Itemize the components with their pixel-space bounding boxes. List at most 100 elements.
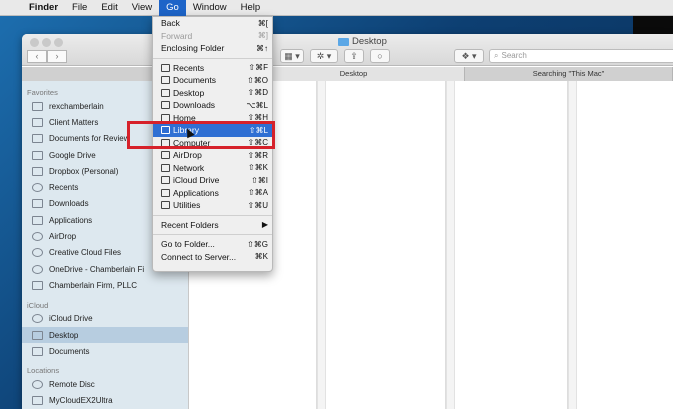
menu-item-label-group: AirDrop (161, 150, 248, 160)
sidebar-item-label: Applications (49, 215, 93, 225)
applications-icon (32, 215, 43, 225)
menu-item-label: Go to Folder... (161, 239, 215, 250)
go-menu-item-airdrop[interactable]: AirDrop ⇧⌘R (153, 149, 272, 162)
menu-finder[interactable]: Finder (22, 0, 65, 16)
utilities-icon (161, 201, 170, 210)
menu-item-shortcut: ⌥⌘L (246, 100, 268, 110)
menu-view[interactable]: View (125, 0, 159, 16)
column-4[interactable] (577, 81, 673, 409)
sidebar-item-icloud-drive[interactable]: iCloud Drive (22, 311, 188, 327)
menu-item-label: Documents (173, 75, 216, 86)
nas-icon (32, 396, 43, 406)
sidebar-item-chamberlain-firm-pllc[interactable]: Chamberlain Firm, PLLC (22, 277, 188, 293)
menu-item-label-group: Desktop (161, 88, 248, 98)
menu-item-shortcut: ⇧⌘O (247, 75, 268, 85)
sidebar-item-label: AirDrop (49, 232, 77, 242)
view-options-button[interactable]: ▦ ▾ (280, 49, 304, 63)
sidebar-item-label: Google Drive (49, 150, 96, 160)
back-button[interactable]: ‹ (27, 50, 47, 63)
tab-bar: Mac Mal Desktop Searching "This Mac" (22, 67, 673, 81)
go-menu-item-network[interactable]: Network ⇧⌘K (153, 162, 272, 175)
go-menu-item-downloads[interactable]: Downloads ⌥⌘L (153, 99, 272, 112)
tab-desktop[interactable]: Desktop (243, 67, 465, 81)
sidebar-item-label: Remote Disc (49, 380, 95, 390)
column-3[interactable] (455, 81, 568, 409)
action-gear-button[interactable]: ✲ ▾ (310, 49, 338, 63)
icloud-icon (32, 314, 43, 324)
forward-button[interactable]: › (47, 50, 67, 63)
go-menu-item-back[interactable]: Back ⌘[ (153, 17, 272, 30)
documents-icon (161, 76, 170, 85)
share-button[interactable]: ⇪ (344, 49, 364, 63)
menu-window[interactable]: Window (186, 0, 234, 16)
applications-icon (161, 188, 170, 197)
sidebar-item-label: Client Matters (49, 117, 99, 127)
annotation-highlight-box (127, 121, 275, 149)
menu-edit[interactable]: Edit (94, 0, 124, 16)
menu-item-shortcut: ▶ (261, 220, 268, 230)
sidebar-header-icloud: iCloud (27, 300, 49, 310)
sidebar-item-mycloudex2ultra[interactable]: MyCloudEX2Ultra (22, 393, 188, 409)
menu-separator (153, 234, 272, 235)
tags-button[interactable]: ○ (370, 49, 390, 63)
menu-item-label-group: Recents (161, 63, 248, 73)
go-menu-item-connect-to-server[interactable]: Connect to Server... ⌘K (153, 251, 272, 264)
sidebar-item-label: Desktop (49, 330, 79, 340)
column-divider-2[interactable] (446, 81, 455, 409)
menu-item-shortcut: ⇧⌘A (247, 188, 268, 198)
go-menu-item-recent-folders[interactable]: Recent Folders ▶ (153, 219, 272, 232)
nav-buttons: ‹ › (27, 50, 67, 63)
go-menu-item-enclosing-folder[interactable]: Enclosing Folder ⌘↑ (153, 42, 272, 55)
menu-item-label: Recent Folders (161, 219, 219, 230)
menu-item-shortcut: ⇧⌘D (247, 88, 268, 98)
tab-searching[interactable]: Searching "This Mac" (465, 67, 673, 81)
sidebar-item-label: Documents (49, 346, 90, 356)
menu-item-shortcut: ⌘K (254, 252, 268, 262)
go-menu-item-recents[interactable]: Recents ⇧⌘F (153, 62, 272, 75)
menu-item-label: Network (173, 162, 205, 173)
go-menu-item-go-to-folder[interactable]: Go to Folder... ⇧⌘G (153, 238, 272, 251)
clock-icon (32, 183, 43, 193)
menu-separator (153, 57, 272, 59)
window-title-text: Desktop (352, 36, 387, 47)
menu-file[interactable]: File (65, 0, 94, 16)
creative-cloud-icon (32, 248, 43, 258)
minimize-button[interactable] (42, 38, 51, 47)
go-menu-item-forward[interactable]: Forward ⌘] (153, 30, 272, 43)
airdrop-icon (32, 232, 43, 242)
go-menu-item-utilities[interactable]: Utilities ⇧⌘U (153, 199, 272, 212)
close-button[interactable] (30, 38, 39, 47)
go-menu-item-desktop[interactable]: Desktop ⇧⌘D (153, 87, 272, 100)
sidebar-item-label: Chamberlain Firm, PLLC (49, 280, 138, 290)
menu-item-label-group: Applications (161, 188, 248, 198)
column-2[interactable] (326, 81, 446, 409)
column-divider-3[interactable] (568, 81, 577, 409)
menu-item-label-group: Documents (161, 75, 247, 85)
sidebar-item-label: Documents for Review (49, 134, 130, 144)
menu-go[interactable]: Go (159, 0, 186, 16)
menu-item-label-group: Back (161, 18, 258, 28)
dropbox-button[interactable]: ❖ ▾ (454, 49, 484, 63)
menu-item-label-group: iCloud Drive (161, 175, 251, 185)
search-placeholder: Search (501, 51, 527, 60)
menu-item-label-group: Connect to Server... (161, 252, 255, 262)
menu-item-shortcut: ⇧⌘F (248, 63, 268, 73)
folder-icon (32, 150, 43, 160)
sidebar-item-documents[interactable]: Documents (22, 343, 188, 359)
dropbox-icon (32, 166, 43, 176)
search-field[interactable]: ⌕ Search (489, 49, 673, 63)
go-menu-item-applications[interactable]: Applications ⇧⌘A (153, 187, 272, 200)
menu-help[interactable]: Help (234, 0, 268, 16)
title-bar: ‹ › Desktop ▦ ▾ ✲ ▾ ⇪ ○ ❖ ▾ ⌕ Search (22, 34, 673, 66)
zoom-button[interactable] (54, 38, 63, 47)
column-divider-1[interactable] (317, 81, 326, 409)
sidebar-item-label: Downloads (49, 199, 89, 209)
sidebar-item-label: Creative Cloud Files (49, 248, 122, 258)
go-menu-item-documents[interactable]: Documents ⇧⌘O (153, 74, 272, 87)
go-menu-item-icloud-drive[interactable]: iCloud Drive ⇧⌘I (153, 174, 272, 187)
menu-item-label: Forward (161, 30, 193, 41)
sidebar-item-remote-disc[interactable]: Remote Disc (22, 376, 188, 392)
sidebar-item-desktop[interactable]: Desktop (22, 326, 188, 344)
folder-icon (338, 37, 349, 46)
sidebar-item-label: rexchamberlain (49, 101, 104, 111)
